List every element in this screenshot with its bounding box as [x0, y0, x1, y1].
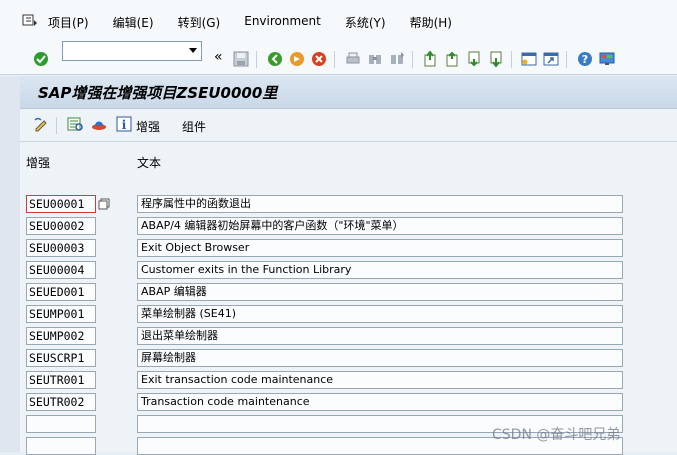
value-help-icon[interactable] [98, 198, 110, 210]
watermark: CSDN @奋斗吧兄弟 [492, 427, 621, 443]
enhancement-text-field: 菜单绘制器 (SE41) [137, 305, 623, 323]
info-icon[interactable]: i [116, 116, 132, 132]
enhancement-key-field[interactable]: SEUED001 [26, 283, 96, 301]
application-toolbar: i 增强 组件 [20, 109, 677, 142]
enhancement-button[interactable]: 增强 [136, 118, 160, 135]
command-input[interactable] [65, 43, 187, 61]
generate-shortcut-icon[interactable] [543, 51, 559, 67]
components-button[interactable]: 组件 [182, 118, 206, 135]
enhancement-key-field[interactable]: SEU00003 [26, 239, 96, 257]
find-icon[interactable] [367, 51, 383, 67]
command-field[interactable] [62, 41, 202, 61]
svg-text:?: ? [582, 53, 588, 66]
display-change-icon[interactable] [33, 116, 49, 132]
menu-project[interactable]: 项目(P) [48, 14, 89, 31]
context-menu-icon[interactable] [22, 13, 38, 27]
cancel-icon[interactable] [311, 51, 327, 67]
back-icon[interactable] [267, 51, 283, 67]
other-object-icon[interactable] [91, 116, 107, 132]
enhancement-key-field[interactable]: SEU00002 [26, 217, 96, 235]
enhancement-text-field: ABAP/4 编辑器初始屏幕中的客户函数（"环境"菜单） [137, 217, 623, 235]
menu-edit[interactable]: 编辑(E) [113, 14, 154, 31]
layout-menu-icon[interactable] [599, 51, 615, 67]
next-page-icon[interactable] [466, 51, 482, 67]
left-border [0, 76, 20, 452]
enhancement-key-field[interactable]: SEUTR001 [26, 371, 96, 389]
new-session-icon[interactable] [521, 51, 537, 67]
enhancement-key-field[interactable]: SEUTR002 [26, 393, 96, 411]
menu-help[interactable]: 帮助(H) [410, 14, 452, 31]
enhancement-text-field: Customer exits in the Function Library [137, 261, 623, 279]
exit-icon[interactable] [289, 51, 305, 67]
enhancement-text-field: 退出菜单绘制器 [137, 327, 623, 345]
enhancement-text-field: Exit transaction code maintenance [137, 371, 623, 389]
enhancement-table: 增强 文本 SEU00001 程序属性中的函数退出 SEU00002 ABAP/… [20, 142, 677, 455]
enhancement-key-field[interactable] [26, 437, 96, 455]
enhancement-key-field[interactable]: SEU00001 [26, 195, 96, 213]
menu-goto[interactable]: 转到(G) [178, 14, 221, 31]
enter-check-icon[interactable] [33, 51, 49, 67]
enhancement-text-field: Transaction code maintenance [137, 393, 623, 411]
print-icon[interactable] [345, 51, 361, 67]
find-next-icon[interactable] [389, 51, 405, 67]
column-header-enhancement: 增强 [26, 156, 51, 170]
enhancement-key-field[interactable]: SEUSCRP1 [26, 349, 96, 367]
first-page-icon[interactable] [422, 51, 438, 67]
help-icon[interactable]: ? [577, 51, 593, 67]
previous-page-icon[interactable] [444, 51, 460, 67]
enhancement-key-field[interactable]: SEUMP001 [26, 305, 96, 323]
enhancement-text-field: Exit Object Browser [137, 239, 623, 257]
page-title: SAP增强在增强项目ZSEU0000里 [38, 84, 278, 102]
enhancement-text-field: ABAP 编辑器 [137, 283, 623, 301]
enhancement-key-field[interactable]: SEUMP002 [26, 327, 96, 345]
enhancement-key-field[interactable] [26, 415, 96, 433]
svg-text:i: i [122, 118, 127, 132]
enhancement-text-field: 程序属性中的函数退出 [137, 195, 623, 213]
screen-title-bar: SAP增强在增强项目ZSEU0000里 [20, 76, 677, 109]
column-header-text: 文本 [137, 156, 162, 170]
object-list-icon[interactable] [67, 116, 83, 132]
chevron-down-icon[interactable] [189, 48, 197, 53]
save-icon[interactable] [233, 51, 249, 67]
enhancement-text-field: 屏幕绘制器 [137, 349, 623, 367]
last-page-icon[interactable] [488, 51, 504, 67]
menu-bar: 项目(P) 编辑(E) 转到(G) Environment 系统(Y) 帮助(H… [0, 0, 677, 45]
collapse-toolbar-icon[interactable]: « [214, 49, 230, 65]
enhancement-key-field[interactable]: SEU00004 [26, 261, 96, 279]
menu-environment[interactable]: Environment [244, 14, 321, 31]
menu-system[interactable]: 系统(Y) [345, 14, 386, 31]
